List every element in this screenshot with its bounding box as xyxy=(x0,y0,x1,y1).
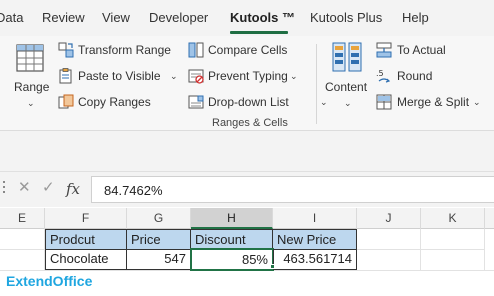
table-header-cell[interactable]: New Price xyxy=(272,229,357,250)
to-actual-button[interactable]: To Actual xyxy=(376,42,466,60)
cell-j1[interactable] xyxy=(357,229,421,250)
group-label-ranges-cells: Ranges & Cells xyxy=(212,117,288,129)
prevent-typing-label: Prevent Typing xyxy=(208,69,288,83)
table-header-cell[interactable]: Price xyxy=(126,229,191,250)
chevron-down-icon: ⌄ xyxy=(290,71,298,81)
content-icon xyxy=(332,42,362,72)
dropdown-list-button[interactable]: Drop-down List ⌄ xyxy=(188,94,328,112)
cell-j2[interactable] xyxy=(357,250,421,271)
transform-range-label: Transform Range xyxy=(78,43,171,57)
formula-input[interactable]: 84.7462% xyxy=(91,176,494,203)
paste-to-visible-button[interactable]: Paste to Visible ⌄ xyxy=(58,68,180,86)
formula-value: 84.7462% xyxy=(104,183,163,198)
to-actual-label: To Actual xyxy=(397,43,446,57)
cell-k2[interactable] xyxy=(421,250,485,271)
chevron-down-icon: ⌄ xyxy=(344,98,352,108)
round-label: Round xyxy=(397,69,433,83)
table-header-cell[interactable]: Prodcut xyxy=(45,229,127,250)
column-header-e[interactable]: E xyxy=(0,208,45,229)
tab-kutools[interactable]: Kutools ™ xyxy=(230,10,295,26)
cell-e2[interactable] xyxy=(0,250,45,271)
prevent-typing-button[interactable]: Prevent Typing ⌄ xyxy=(188,68,300,86)
tab-kutools-plus[interactable]: Kutools Plus xyxy=(310,10,382,26)
table-cell[interactable]: Chocolate xyxy=(45,249,127,270)
dropdown-list-icon xyxy=(188,95,204,109)
ribbon: Range ⌄ Transform Range Paste to Visible… xyxy=(0,36,494,131)
copy-ranges-button[interactable]: Copy Ranges xyxy=(58,94,158,112)
cell-e1[interactable] xyxy=(0,229,45,250)
active-cell[interactable]: 85% xyxy=(190,248,274,271)
content-button[interactable]: Content ⌄ xyxy=(322,40,372,112)
column-header-i[interactable]: I xyxy=(273,208,357,229)
merge-split-label: Merge & Split xyxy=(397,95,470,109)
merge-split-icon xyxy=(376,94,392,110)
tab-review[interactable]: Review xyxy=(42,10,85,26)
compare-cells-label: Compare Cells xyxy=(208,43,288,57)
column-header-g[interactable]: G xyxy=(127,208,191,229)
active-tab-indicator xyxy=(230,31,288,34)
enter-check-icon[interactable]: ✓ xyxy=(42,179,55,197)
tab-view[interactable]: View xyxy=(102,10,130,26)
column-header-h[interactable]: H xyxy=(191,208,273,229)
column-header-j[interactable]: J xyxy=(357,208,421,229)
svg-text:.5: .5 xyxy=(376,69,384,78)
copy-ranges-icon xyxy=(58,94,74,109)
merge-split-button[interactable]: Merge & Split ⌄ xyxy=(376,94,488,112)
column-header-k[interactable]: K xyxy=(421,208,485,229)
copy-ranges-label: Copy Ranges xyxy=(78,95,151,109)
ribbon-gap xyxy=(0,131,494,171)
paste-icon xyxy=(59,68,72,84)
column-header-row: E F G H I J K xyxy=(0,208,494,229)
table-header-cell[interactable]: Discount xyxy=(190,229,273,250)
tab-help[interactable]: Help xyxy=(402,10,429,26)
table-cell[interactable]: 547 xyxy=(126,249,191,270)
ribbon-divider xyxy=(316,44,317,124)
chevron-down-icon: ⌄ xyxy=(473,97,481,107)
range-button[interactable]: Range ⌄ xyxy=(6,40,54,112)
cancel-icon[interactable]: ✕ xyxy=(18,179,31,197)
range-label: Range xyxy=(14,80,50,94)
compare-cells-icon xyxy=(188,42,204,58)
tab-data[interactable]: Data xyxy=(0,10,23,26)
dropdown-list-label: Drop-down List xyxy=(208,95,289,109)
tab-developer[interactable]: Developer xyxy=(149,10,208,26)
transform-range-button[interactable]: Transform Range xyxy=(58,42,178,60)
drag-handle-icon[interactable] xyxy=(3,181,6,195)
chevron-down-icon: ⌄ xyxy=(27,98,35,108)
prevent-typing-icon xyxy=(188,69,204,84)
transform-range-icon xyxy=(58,42,74,58)
table-cell[interactable]: 463.561714 xyxy=(273,249,357,270)
round-icon: .5 xyxy=(376,69,391,83)
fill-handle[interactable] xyxy=(270,264,275,269)
insert-function-icon[interactable]: fx xyxy=(66,180,80,198)
cell-k1[interactable] xyxy=(421,229,485,250)
round-button[interactable]: .5 Round xyxy=(376,68,456,86)
paste-to-visible-label: Paste to Visible xyxy=(78,69,161,83)
formula-bar: ✕ ✓ fx 84.7462% xyxy=(0,171,494,207)
column-header-f[interactable]: F xyxy=(45,208,127,229)
range-icon xyxy=(16,44,44,72)
compare-cells-button[interactable]: Compare Cells xyxy=(188,42,298,60)
extendoffice-watermark: ExtendOffice xyxy=(6,273,93,289)
menu-tab-bar: Data Review View Developer Kutools ™ Kut… xyxy=(0,0,494,36)
to-actual-icon xyxy=(376,42,392,58)
content-label: Content xyxy=(325,80,368,94)
chevron-down-icon: ⌄ xyxy=(170,71,178,81)
